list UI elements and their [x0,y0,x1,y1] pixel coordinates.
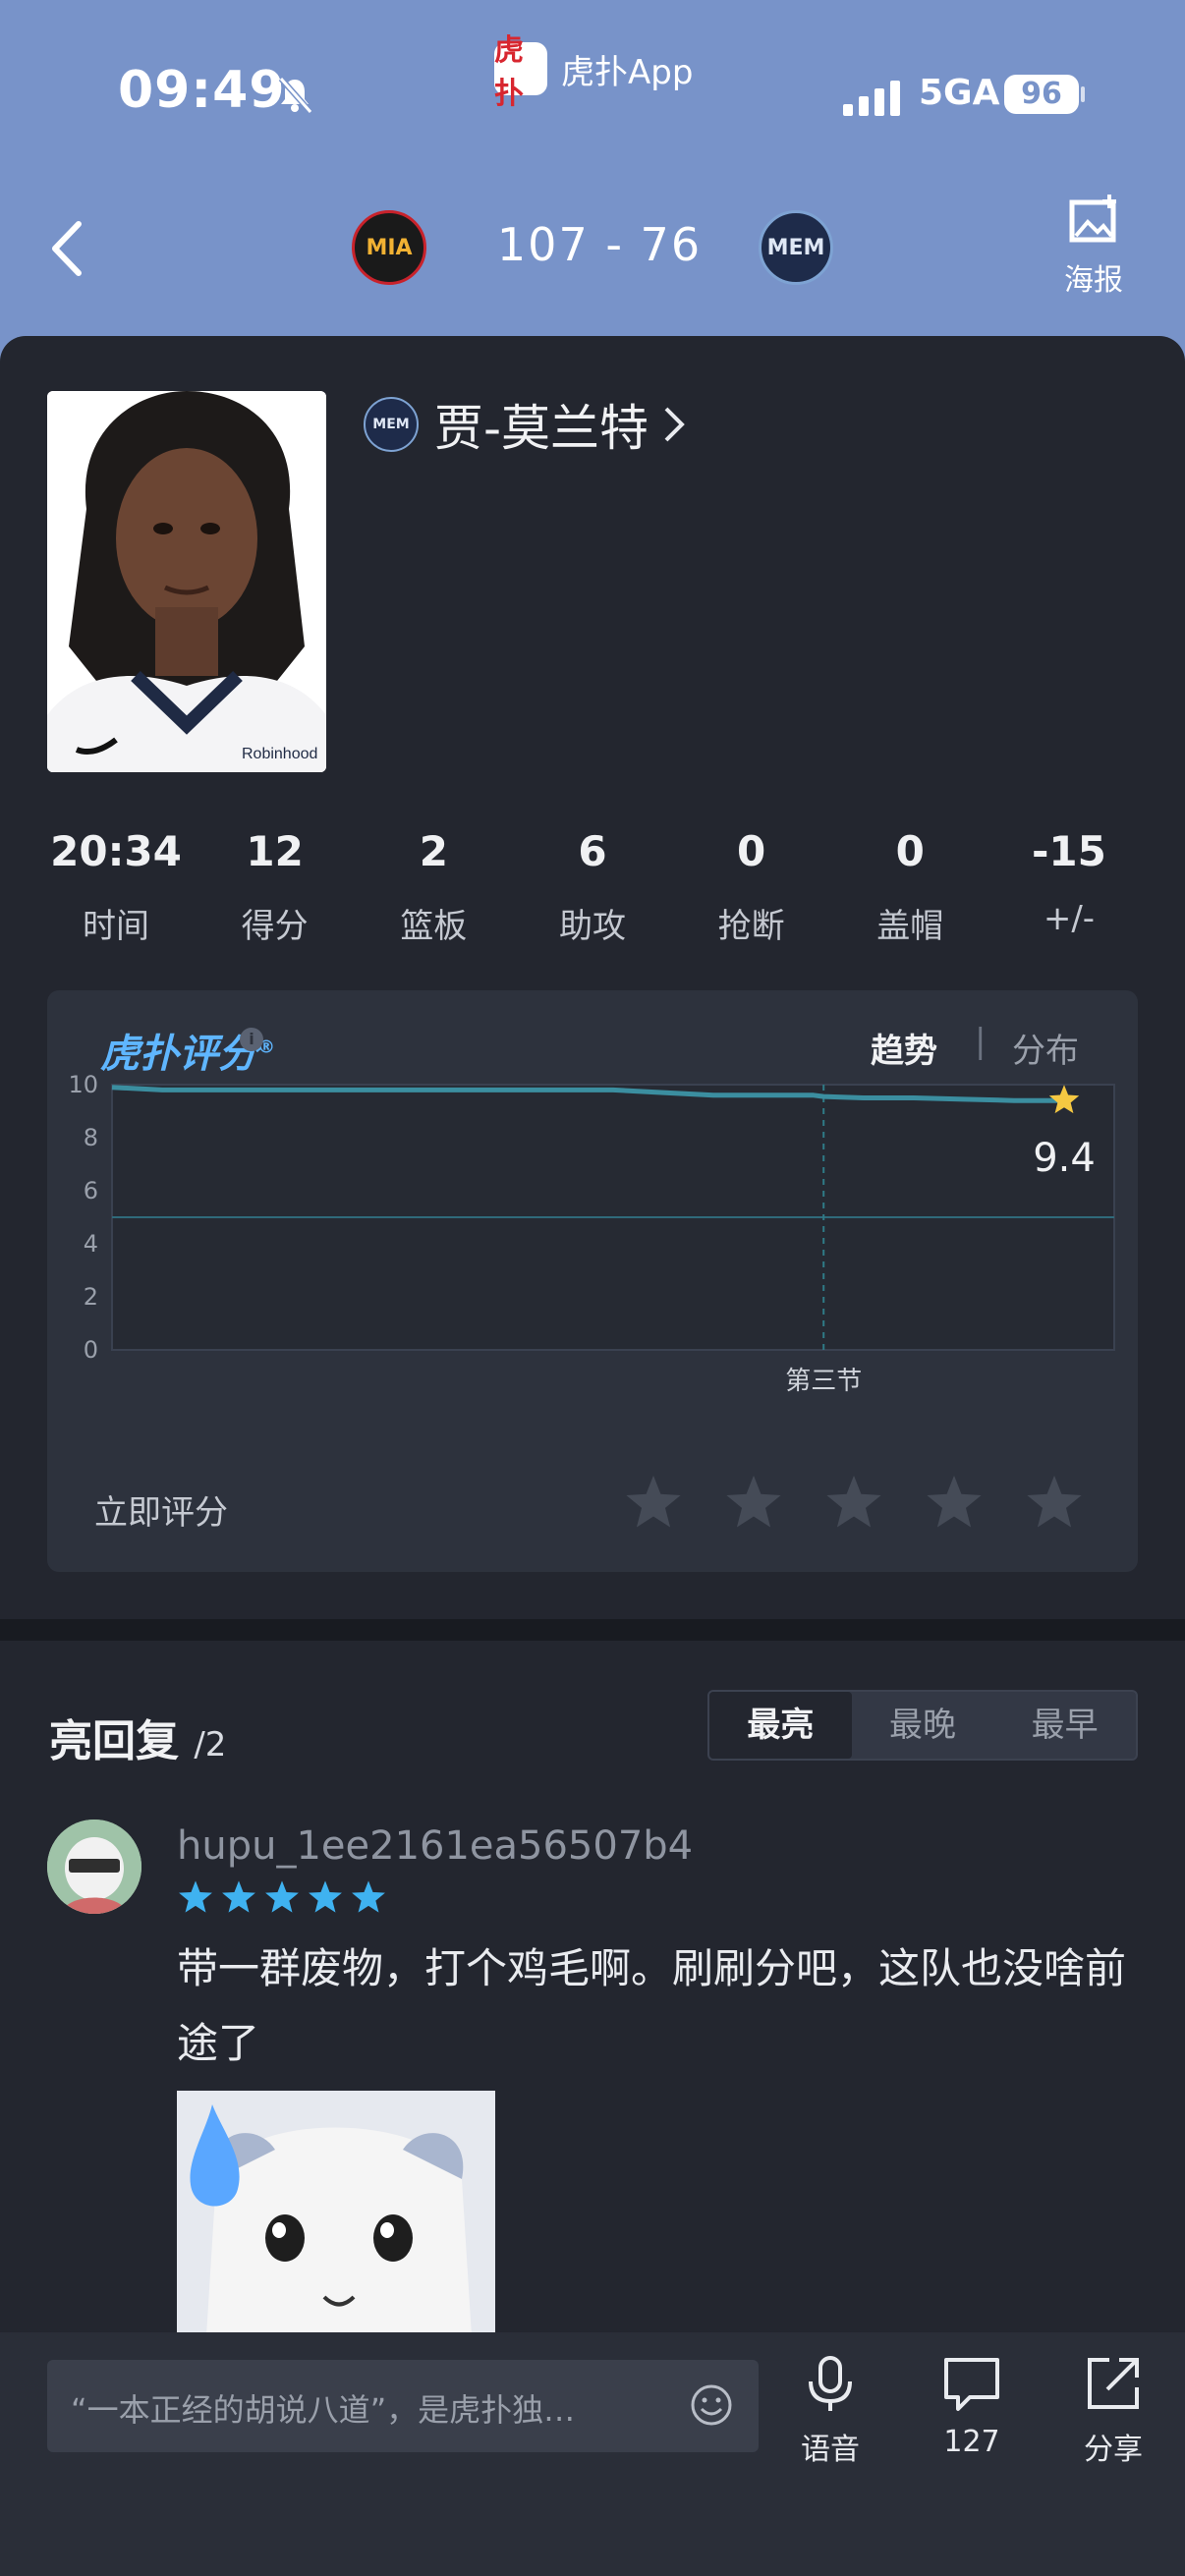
player-name-link[interactable]: MEM 贾-莫兰特 [364,389,686,460]
stat-value: 20:34 [50,827,182,875]
emoji-icon[interactable] [688,2381,735,2429]
stat-value: 2 [419,827,448,875]
bell-muted-icon [278,77,313,114]
chevron-right-icon [664,407,685,442]
app-name: 虎扑App [561,52,694,92]
rate-star-icon[interactable] [623,1472,684,1533]
poster-button[interactable]: 海报 [1051,193,1136,301]
y-tick-label: 6 [84,1177,98,1204]
stat-rebounds: 2 篮板 [365,827,502,947]
stat-label: 时间 [83,907,149,946]
stat-points: 12 得分 [206,827,344,947]
comment-star-icon [309,1880,342,1913]
rate-star-icon[interactable] [823,1472,884,1533]
stat-time: 20:34 时间 [47,827,185,947]
stat-value: 0 [737,827,766,875]
stat-steals: 0 抢断 [683,827,820,947]
sort-tabs: 最亮 最晚 最早 [707,1690,1138,1761]
sort-tab-brightest[interactable]: 最亮 [709,1692,852,1759]
microphone-icon [809,2356,852,2411]
current-rating-value: 9.4 [1033,1136,1096,1181]
commenter-rating-stars [177,1878,387,1916]
sort-tab-latest[interactable]: 最晚 [852,1692,994,1759]
player-photo: Robinhood [47,391,326,772]
rate-stars [623,1472,1085,1533]
y-tick-label: 4 [84,1230,98,1258]
commenter-avatar[interactable] [47,1820,141,1914]
signal-icon [843,81,900,116]
stat-plus-minus: -15 +/- [1000,827,1138,947]
rating-card: 虎扑评分® i 趋势 | 分布 0 2 4 6 8 10 第三节 9.4 立即评分 [47,990,1138,1572]
stat-label: 抢断 [717,907,785,946]
stat-label: 助攻 [558,907,626,946]
poster-label: 海报 [1064,263,1123,298]
stat-label: 得分 [241,907,309,946]
replies-count: /2 [194,1725,227,1764]
section-divider [0,1619,1185,1641]
stat-value: -15 [1031,827,1106,875]
quarter-marker-label: 第三节 [785,1367,862,1396]
back-to-app-badge[interactable]: 虎扑 虎扑App [494,33,694,111]
battery-tip [1081,86,1085,102]
voice-label: 语音 [801,2433,860,2467]
stat-assists: 6 助攻 [524,827,661,947]
stat-label: +/- [1043,899,1096,938]
y-tick-label: 0 [84,1336,98,1364]
comment-star-icon [265,1880,299,1913]
battery-level: 96 [1004,75,1079,114]
stat-blocks: 0 盖帽 [841,827,979,947]
rate-now-label: 立即评分 [94,1493,228,1533]
info-icon[interactable]: i [240,1028,263,1051]
stat-value: 12 [246,827,304,875]
commenter-username[interactable]: hupu_1ee2161ea56507b4 [177,1823,693,1869]
replies-title: 亮回复 /2 [49,1706,226,1768]
game-score: 107 - 76 [496,218,703,271]
share-button[interactable]: 分享 [1059,2352,1167,2468]
comment-star-icon [352,1880,385,1913]
y-tick-label: 2 [84,1283,98,1311]
player-name: 贾-莫兰特 [434,400,649,457]
player-stats: 20:34 时间 12 得分 2 篮板 6 助攻 0 抢断 0 盖帽 -15 +… [47,827,1138,947]
comment-bubble-icon [944,2358,999,2411]
tab-trend[interactable]: 趋势 [871,1024,937,1072]
y-tick-label: 8 [84,1124,98,1151]
status-bar: 09:49 虎扑 虎扑App 5GA 96 [0,0,1185,157]
player-team-logo: MEM [364,397,419,452]
comment-star-icon [179,1880,212,1913]
away-team-logo[interactable]: MEM [759,210,833,285]
comments-count: 127 [943,2425,1000,2459]
share-label: 分享 [1084,2433,1143,2467]
comments-button[interactable]: 127 [918,2352,1026,2459]
home-team-logo[interactable]: MIA [352,210,426,285]
stat-label: 盖帽 [876,907,944,946]
share-icon [1088,2358,1139,2409]
tab-separator: | [975,1022,987,1061]
voice-button[interactable]: 语音 [776,2352,884,2468]
tab-distribution[interactable]: 分布 [1012,1024,1079,1072]
reply-input-placeholder: “一本正经的胡说八道”，是虎扑独… [71,2391,576,2429]
rating-brand-text: 虎扑评分 [100,1032,257,1077]
status-time: 09:49 [118,61,286,120]
back-button[interactable] [43,214,92,283]
y-tick-label: 10 [68,1075,98,1098]
rate-star-icon[interactable] [924,1472,985,1533]
hupu-logo: 虎扑 [494,33,547,111]
rating-trend-chart: 0 2 4 6 8 10 第三节 9.4 [68,1075,1115,1396]
poster-image-icon [1069,195,1116,243]
network-type: 5GA [919,73,1000,113]
jersey-sponsor: Robinhood [242,746,317,762]
rate-star-icon[interactable] [1024,1472,1085,1533]
reply-input[interactable]: “一本正经的胡说八道”，是虎扑独… [47,2360,759,2452]
replies-title-text: 亮回复 [49,1716,179,1766]
comment-text: 带一群废物，打个鸡毛啊。刷刷分吧，这队也没啥前途了 [177,1944,1127,2067]
stat-value: 0 [895,827,925,875]
comment-image[interactable] [177,2091,495,2336]
sort-tab-earliest[interactable]: 最早 [993,1692,1136,1759]
stat-label: 篮板 [400,907,468,946]
comment-star-icon [222,1880,255,1913]
rate-star-icon[interactable] [723,1472,784,1533]
stat-value: 6 [578,827,607,875]
